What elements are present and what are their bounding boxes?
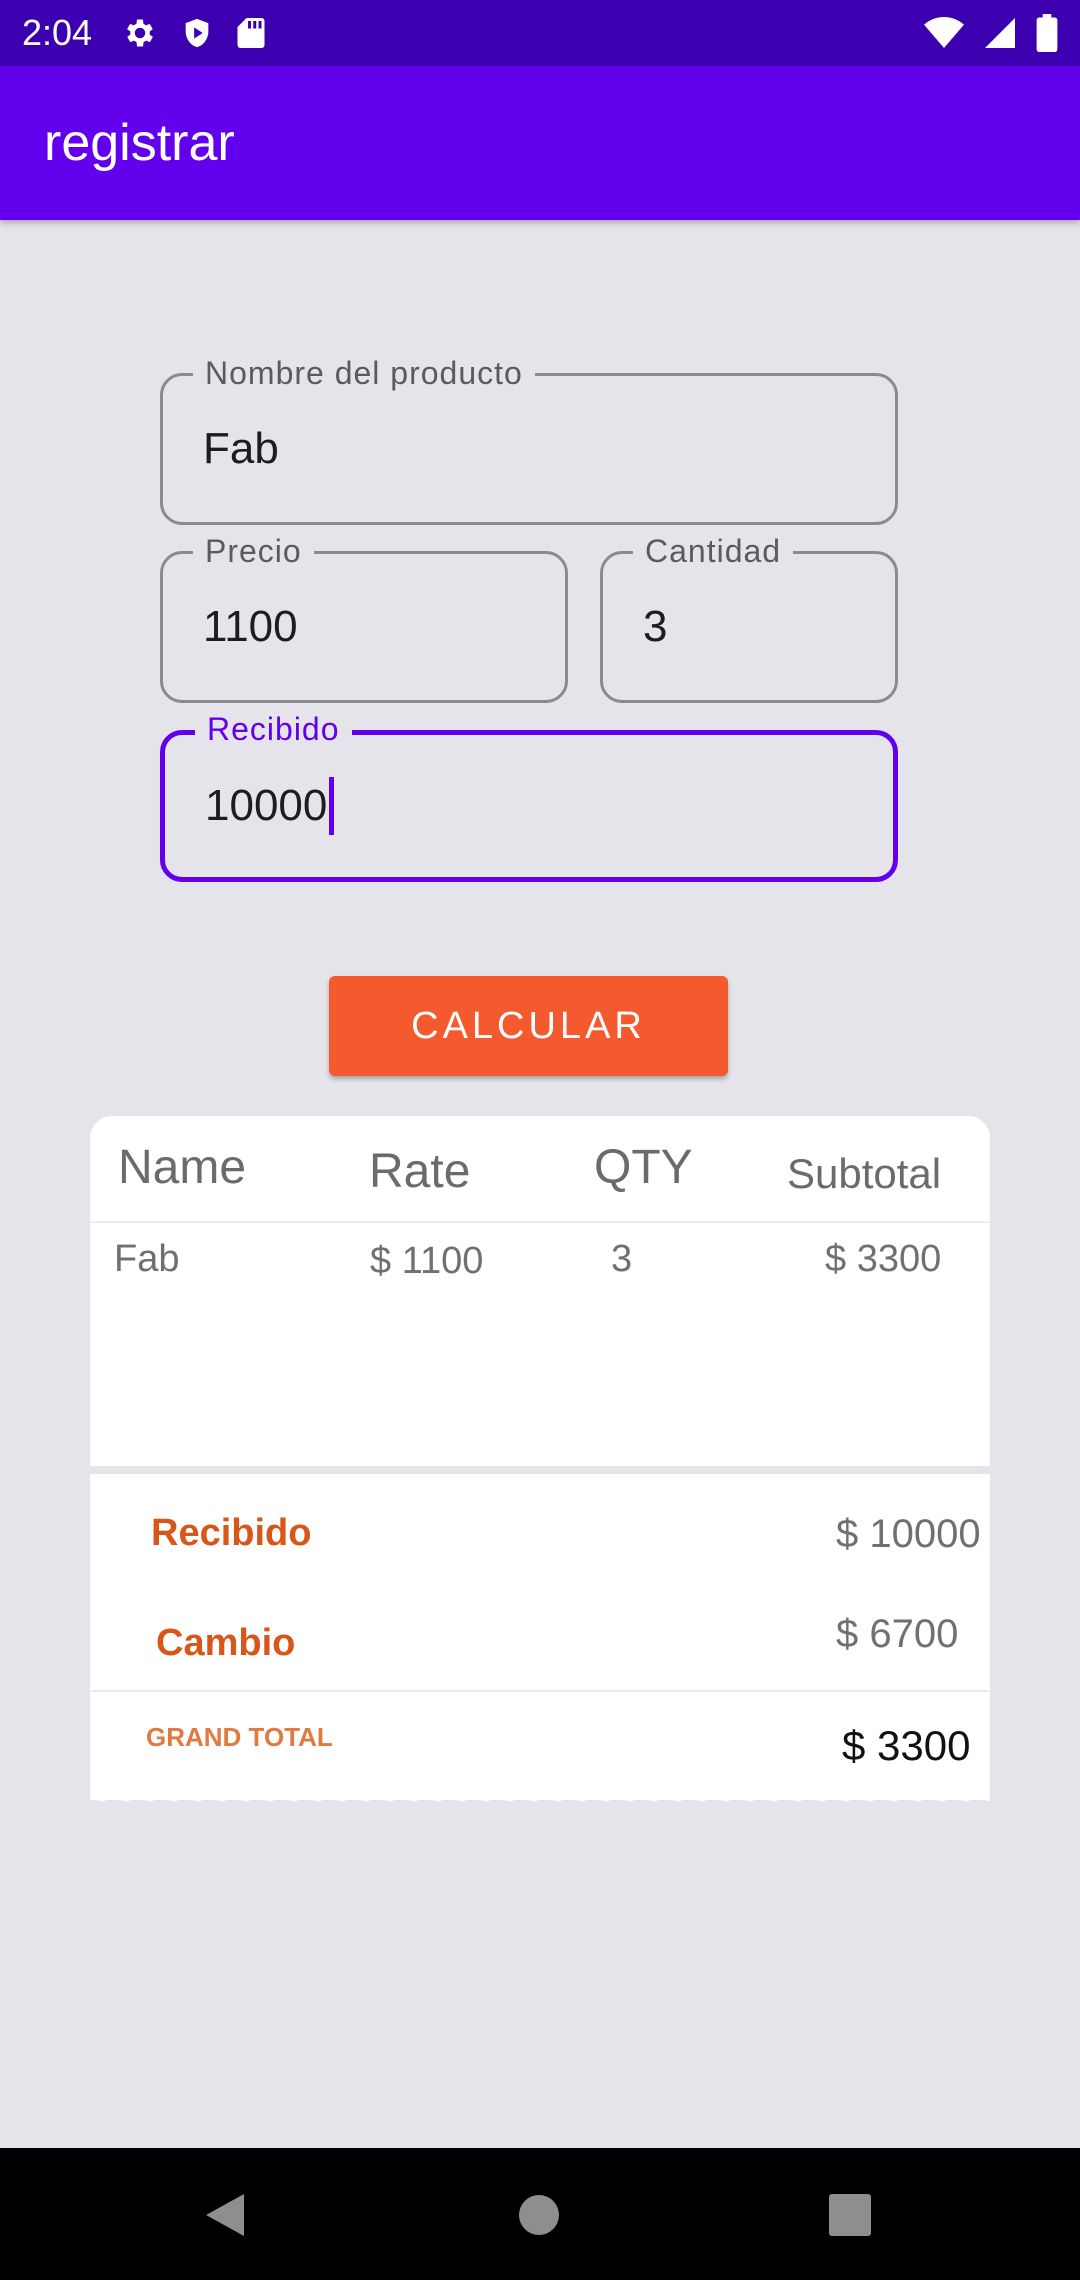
total-divider: [90, 1690, 990, 1692]
signal-icon: [982, 15, 1018, 51]
price-input[interactable]: 1100: [203, 554, 545, 700]
calculate-button[interactable]: CALCULAR: [329, 976, 728, 1076]
received-input[interactable]: 10000: [205, 735, 873, 877]
status-icons-right: [924, 14, 1058, 52]
back-icon[interactable]: [204, 2192, 246, 2242]
row-subtotal: $ 3300: [825, 1238, 942, 1280]
app-bar: registrar: [0, 66, 1080, 220]
battery-icon: [1036, 14, 1058, 52]
text-cursor: [329, 777, 335, 835]
status-bar: 2:04: [0, 0, 1080, 66]
app-title: registrar: [44, 114, 235, 172]
column-header-subtotal: Subtotal: [787, 1150, 942, 1197]
product-name-field[interactable]: Nombre del producto Fab: [160, 354, 898, 525]
row-name: Fab: [114, 1238, 180, 1280]
navigation-bar: [0, 2148, 1080, 2280]
row-rate: $ 1100: [370, 1240, 484, 1282]
row-qty: 3: [611, 1238, 633, 1280]
status-time: 2:04: [22, 12, 93, 53]
grand-total-value: $ 3300: [842, 1722, 971, 1769]
quantity-input[interactable]: 3: [643, 554, 875, 700]
header-divider: [90, 1221, 990, 1223]
receipt-card: Name Rate QTY Subtotal Fab $ 1100 3 $ 33…: [90, 1116, 990, 1801]
grand-total-label: GRAND TOTAL: [146, 1722, 333, 1752]
home-icon[interactable]: [518, 2194, 560, 2240]
quantity-field[interactable]: Cantidad 3: [600, 532, 898, 703]
received-summary-label: Recibido: [151, 1512, 312, 1554]
shield-icon: [180, 15, 214, 51]
received-field[interactable]: Recibido 10000: [160, 710, 898, 882]
column-header-name: Name: [118, 1141, 247, 1194]
change-label: Cambio: [156, 1622, 296, 1664]
wifi-icon: [924, 16, 964, 50]
column-header-qty: QTY: [594, 1141, 693, 1194]
change-value: $ 6700: [836, 1612, 959, 1656]
receipt-items-table: Name Rate QTY Subtotal Fab $ 1100 3 $ 33…: [90, 1116, 990, 1466]
product-name-input[interactable]: Fab: [203, 376, 875, 522]
sd-card-icon: [236, 15, 266, 51]
price-field[interactable]: Precio 1100: [160, 532, 568, 703]
receipt-separator: [90, 1466, 990, 1474]
received-summary-value: $ 10000: [836, 1512, 981, 1556]
gear-icon: [122, 15, 158, 51]
column-header-rate: Rate: [369, 1145, 471, 1198]
receipt-scalloped-edge: [90, 1786, 990, 1801]
received-input-value: 10000: [205, 781, 328, 830]
recents-icon[interactable]: [829, 2194, 871, 2240]
status-icons-left: [122, 15, 266, 51]
